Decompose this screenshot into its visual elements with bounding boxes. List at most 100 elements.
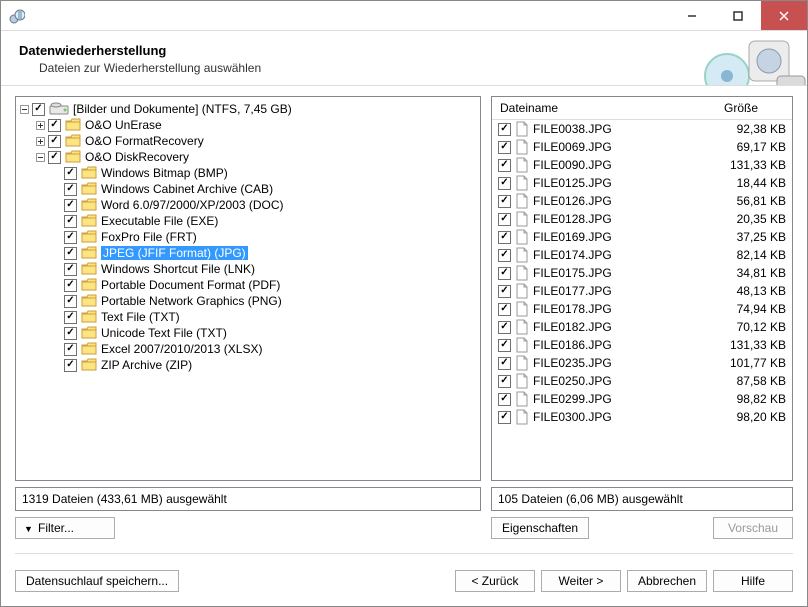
checkbox[interactable] [498,195,511,208]
file-row[interactable]: FILE0235.JPG101,77 KB [492,354,792,372]
tree-item[interactable]: Excel 2007/2010/2013 (XLSX) [50,341,478,357]
collapse-icon[interactable] [34,151,46,163]
tree-item[interactable]: Portable Document Format (PDF) [50,277,478,293]
file-row[interactable]: FILE0299.JPG98,82 KB [492,390,792,408]
checkbox[interactable] [64,263,77,276]
file-row[interactable]: FILE0300.JPG98,20 KB [492,408,792,426]
tree-item[interactable]: O&O FormatRecovery [34,133,478,149]
file-row[interactable]: FILE0177.JPG48,13 KB [492,282,792,300]
tree-item[interactable]: O&O DiskRecovery [34,149,478,165]
file-row[interactable]: FILE0125.JPG18,44 KB [492,174,792,192]
checkbox[interactable] [48,119,61,132]
filter-button[interactable]: Filter... [15,517,115,539]
collapse-icon[interactable] [18,103,30,115]
file-row[interactable]: FILE0178.JPG74,94 KB [492,300,792,318]
tree-item[interactable]: Word 6.0/97/2000/XP/2003 (DOC) [50,197,478,213]
file-row[interactable]: FILE0169.JPG37,25 KB [492,228,792,246]
checkbox[interactable] [48,151,61,164]
save-scan-button[interactable]: Datensuchlauf speichern... [15,570,179,592]
tree-label: Unicode Text File (TXT) [101,326,227,340]
maximize-button[interactable] [715,1,761,30]
checkbox[interactable] [498,411,511,424]
checkbox[interactable] [498,249,511,262]
help-button[interactable]: Hilfe [713,570,793,592]
tree-label: Executable File (EXE) [101,214,218,228]
checkbox[interactable] [498,141,511,154]
close-button[interactable] [761,1,807,30]
folder-icon [81,358,97,372]
expand-icon[interactable] [34,135,46,147]
checkbox[interactable] [498,267,511,280]
tree-item[interactable]: Unicode Text File (TXT) [50,325,478,341]
checkbox[interactable] [64,359,77,372]
file-list[interactable]: FILE0038.JPG92,38 KBFILE0069.JPG69,17 KB… [492,120,792,480]
right-pane: Dateiname Größe FILE0038.JPG92,38 KBFILE… [491,96,793,539]
file-list-header[interactable]: Dateiname Größe [492,97,792,120]
checkbox[interactable] [64,199,77,212]
cancel-button[interactable]: Abbrechen [627,570,707,592]
file-row[interactable]: FILE0090.JPG131,33 KB [492,156,792,174]
checkbox[interactable] [64,279,77,292]
file-row[interactable]: FILE0126.JPG56,81 KB [492,192,792,210]
divider [15,553,793,554]
back-button[interactable]: < Zurück [455,570,535,592]
tree-item[interactable]: FoxPro File (FRT) [50,229,478,245]
tree-item[interactable]: ZIP Archive (ZIP) [50,357,478,373]
checkbox[interactable] [498,393,511,406]
checkbox[interactable] [498,123,511,136]
tree-item[interactable]: Windows Bitmap (BMP) [50,165,478,181]
expand-icon[interactable] [34,119,46,131]
tree-label: FoxPro File (FRT) [101,230,197,244]
tree-item[interactable]: Text File (TXT) [50,309,478,325]
col-size[interactable]: Größe [686,101,776,115]
tree-item[interactable]: Windows Cabinet Archive (CAB) [50,181,478,197]
next-button[interactable]: Weiter > [541,570,621,592]
checkbox[interactable] [64,231,77,244]
tree-item[interactable]: Windows Shortcut File (LNK) [50,261,478,277]
file-row[interactable]: FILE0069.JPG69,17 KB [492,138,792,156]
checkbox[interactable] [498,285,511,298]
file-icon [515,409,529,425]
file-name: FILE0178.JPG [533,302,714,316]
file-row[interactable]: FILE0186.JPG131,33 KB [492,336,792,354]
minimize-button[interactable] [669,1,715,30]
checkbox[interactable] [498,339,511,352]
tree-label: O&O FormatRecovery [85,134,204,148]
checkbox[interactable] [498,321,511,334]
file-row[interactable]: FILE0038.JPG92,38 KB [492,120,792,138]
tree-item[interactable]: JPEG (JFIF Format) (JPG) [50,245,478,261]
checkbox[interactable] [64,327,77,340]
tree-item[interactable]: [Bilder und Dokumente] (NTFS, 7,45 GB) [18,101,478,117]
checkbox[interactable] [498,231,511,244]
tree-item[interactable]: Executable File (EXE) [50,213,478,229]
tree-view[interactable]: [Bilder und Dokumente] (NTFS, 7,45 GB)O&… [15,96,481,481]
checkbox[interactable] [498,375,511,388]
checkbox[interactable] [498,177,511,190]
checkbox[interactable] [64,247,77,260]
tree-item[interactable]: O&O UnErase [34,117,478,133]
checkbox[interactable] [64,295,77,308]
checkbox[interactable] [64,311,77,324]
checkbox[interactable] [64,343,77,356]
preview-button[interactable]: Vorschau [713,517,793,539]
header: Datenwiederherstellung Dateien zur Wiede… [1,31,807,86]
col-filename[interactable]: Dateiname [492,101,686,115]
properties-button[interactable]: Eigenschaften [491,517,589,539]
checkbox[interactable] [64,183,77,196]
file-row[interactable]: FILE0128.JPG20,35 KB [492,210,792,228]
checkbox[interactable] [64,167,77,180]
checkbox[interactable] [498,213,511,226]
checkbox[interactable] [64,215,77,228]
checkbox[interactable] [48,135,61,148]
tree-item[interactable]: Portable Network Graphics (PNG) [50,293,478,309]
file-row[interactable]: FILE0182.JPG70,12 KB [492,318,792,336]
checkbox[interactable] [498,159,511,172]
checkbox[interactable] [498,303,511,316]
checkbox[interactable] [498,357,511,370]
file-row[interactable]: FILE0175.JPG34,81 KB [492,264,792,282]
file-icon [515,319,529,335]
checkbox[interactable] [32,103,45,116]
file-row[interactable]: FILE0174.JPG82,14 KB [492,246,792,264]
file-row[interactable]: FILE0250.JPG87,58 KB [492,372,792,390]
left-status: 1319 Dateien (433,61 MB) ausgewählt [15,487,481,511]
